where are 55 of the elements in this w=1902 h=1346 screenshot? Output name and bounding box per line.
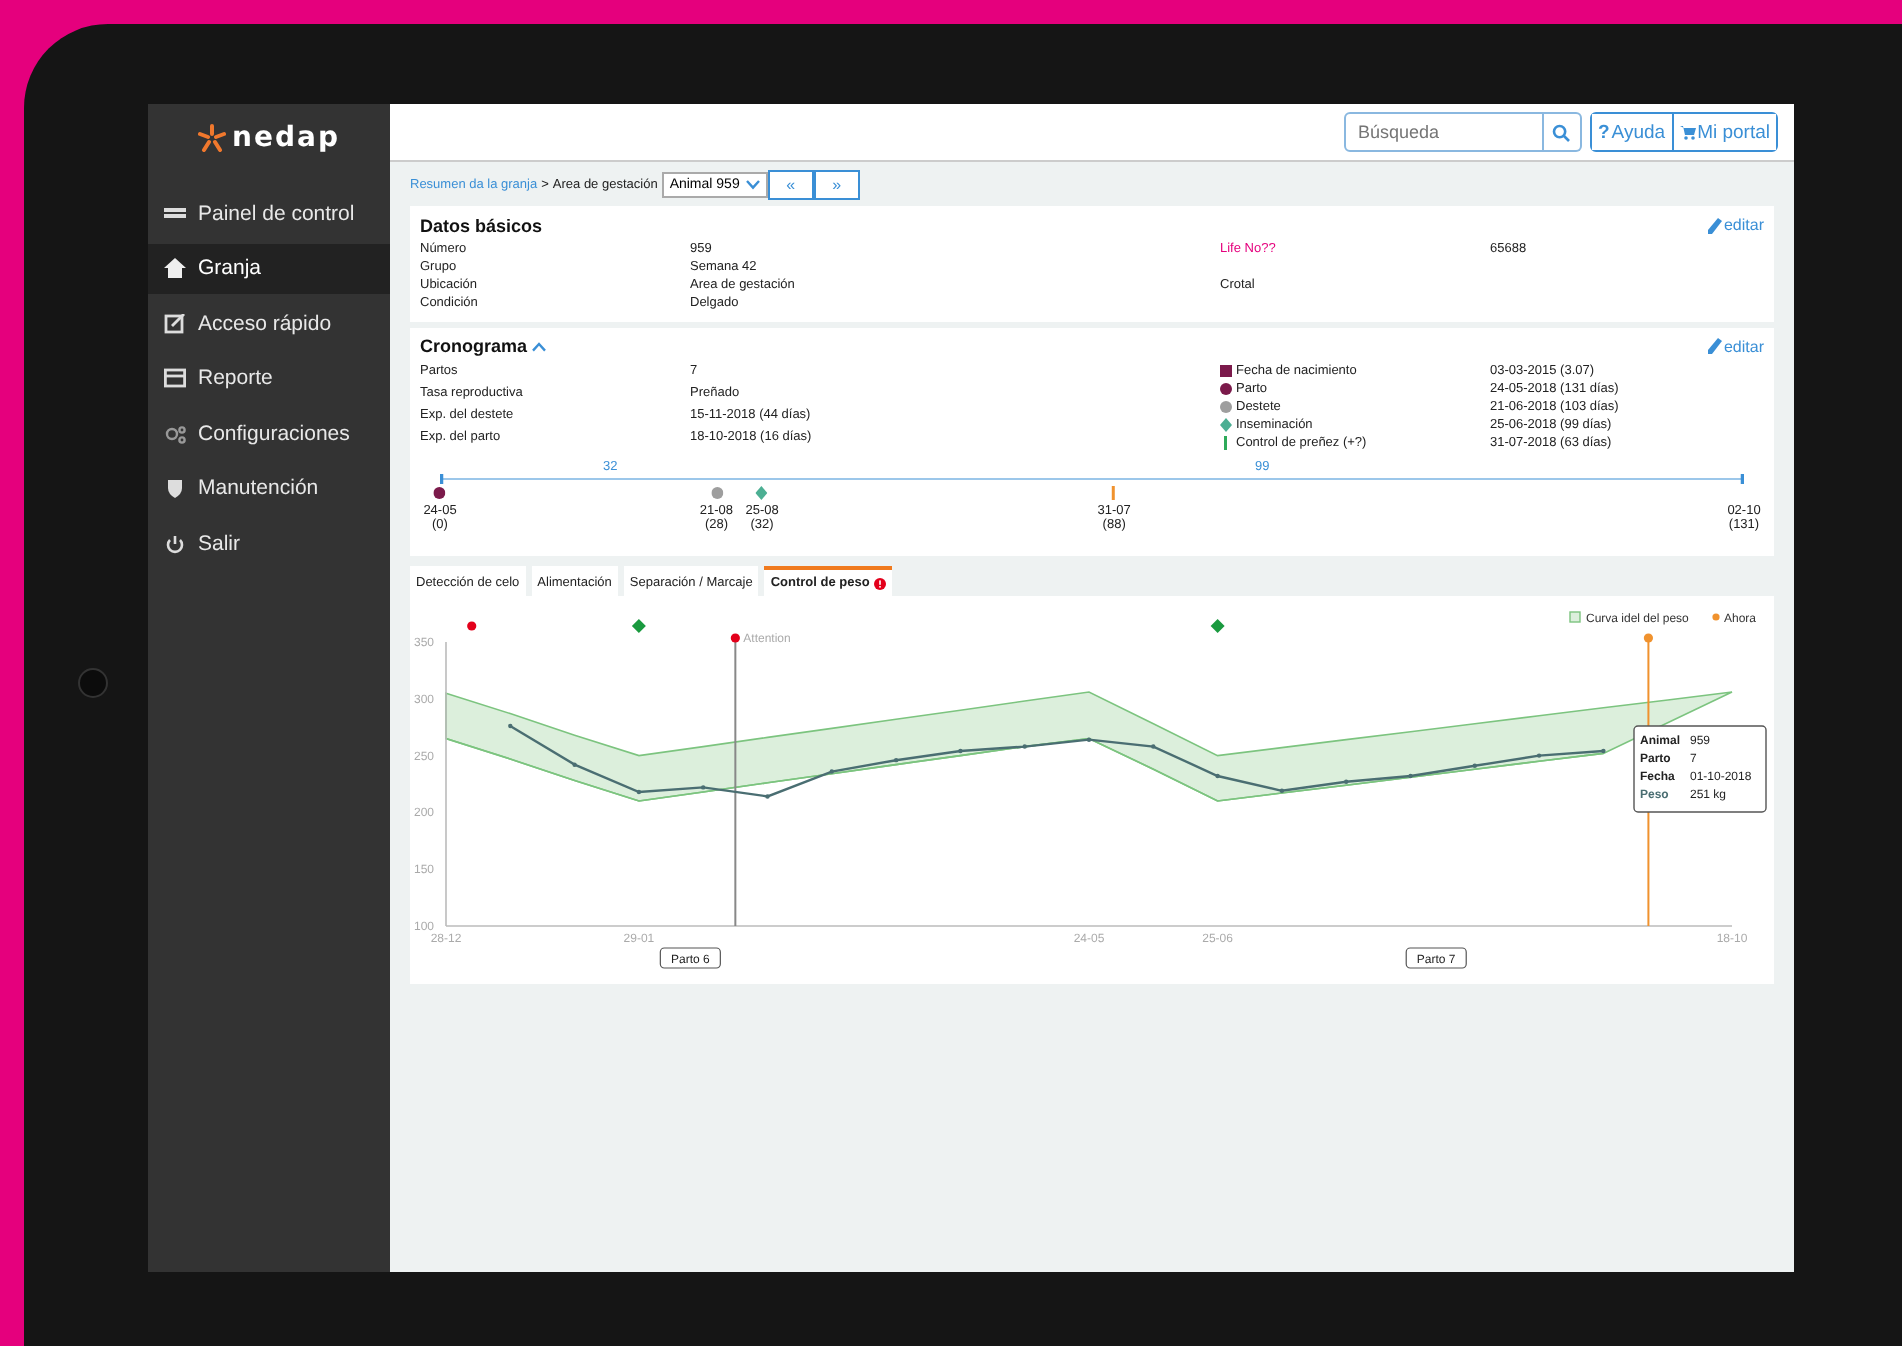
sidebar-item[interactable]: Reporte	[148, 353, 390, 403]
chevron-down-icon	[745, 179, 760, 189]
alert-icon	[873, 577, 886, 589]
shield-icon	[164, 478, 186, 498]
sidebar-item[interactable]: Granja	[148, 243, 390, 293]
card-title: Cronograma	[420, 336, 546, 356]
dashboard-icon	[164, 203, 186, 223]
weight-point	[829, 769, 834, 774]
weight-point	[1151, 744, 1156, 749]
pencil-icon	[1707, 217, 1722, 233]
weight-point	[1086, 737, 1092, 742]
chevron-up-icon	[531, 341, 546, 351]
now-dot	[1643, 633, 1653, 643]
sidebar-item[interactable]: Manutención	[148, 463, 390, 513]
search-icon	[1552, 123, 1571, 141]
sidebar-item[interactable]: Acceso rápido	[148, 298, 390, 348]
next-button[interactable]: »	[813, 169, 860, 199]
weight-point	[765, 794, 770, 799]
weight-point	[1601, 748, 1606, 754]
weight-point	[893, 757, 899, 763]
gears-icon	[164, 423, 186, 443]
weight-point	[1536, 753, 1542, 758]
alert-dot	[730, 633, 740, 643]
star-logo-icon	[198, 124, 227, 152]
band-legend-icon	[1569, 611, 1581, 623]
power-icon	[164, 533, 186, 553]
weight-point	[958, 748, 963, 754]
cart-icon	[1679, 125, 1696, 139]
pencil-icon	[1707, 338, 1722, 354]
report-icon	[164, 368, 186, 388]
weight-point	[1472, 763, 1477, 768]
alert-dot	[467, 621, 477, 631]
previous-button[interactable]: «	[767, 169, 814, 199]
weight-point	[701, 785, 706, 790]
weight-point	[636, 789, 642, 795]
weight-point	[1408, 773, 1413, 779]
home-icon	[164, 258, 186, 278]
now-legend-dot	[1712, 613, 1720, 621]
weight-point	[1215, 773, 1220, 779]
weight-point	[1022, 744, 1027, 749]
sidebar-item[interactable]: Configuraciones	[148, 408, 390, 458]
insemination-diamond	[631, 619, 646, 633]
weight-point	[508, 723, 513, 729]
weight-point	[1344, 779, 1349, 784]
sidebar-item[interactable]: Salir	[148, 518, 390, 568]
search-field[interactable]: Búsqueda	[1343, 112, 1544, 152]
sidebar-item[interactable]: Painel de control	[148, 188, 390, 238]
search-button[interactable]	[1543, 112, 1582, 152]
insemination-diamond	[1210, 619, 1225, 633]
edit-icon	[164, 313, 186, 333]
camera-icon	[78, 668, 108, 698]
card-title: Datos básicos	[420, 215, 543, 235]
weight-point	[1279, 788, 1285, 793]
brand-name: nedap	[232, 122, 340, 154]
weight-point	[572, 762, 577, 767]
